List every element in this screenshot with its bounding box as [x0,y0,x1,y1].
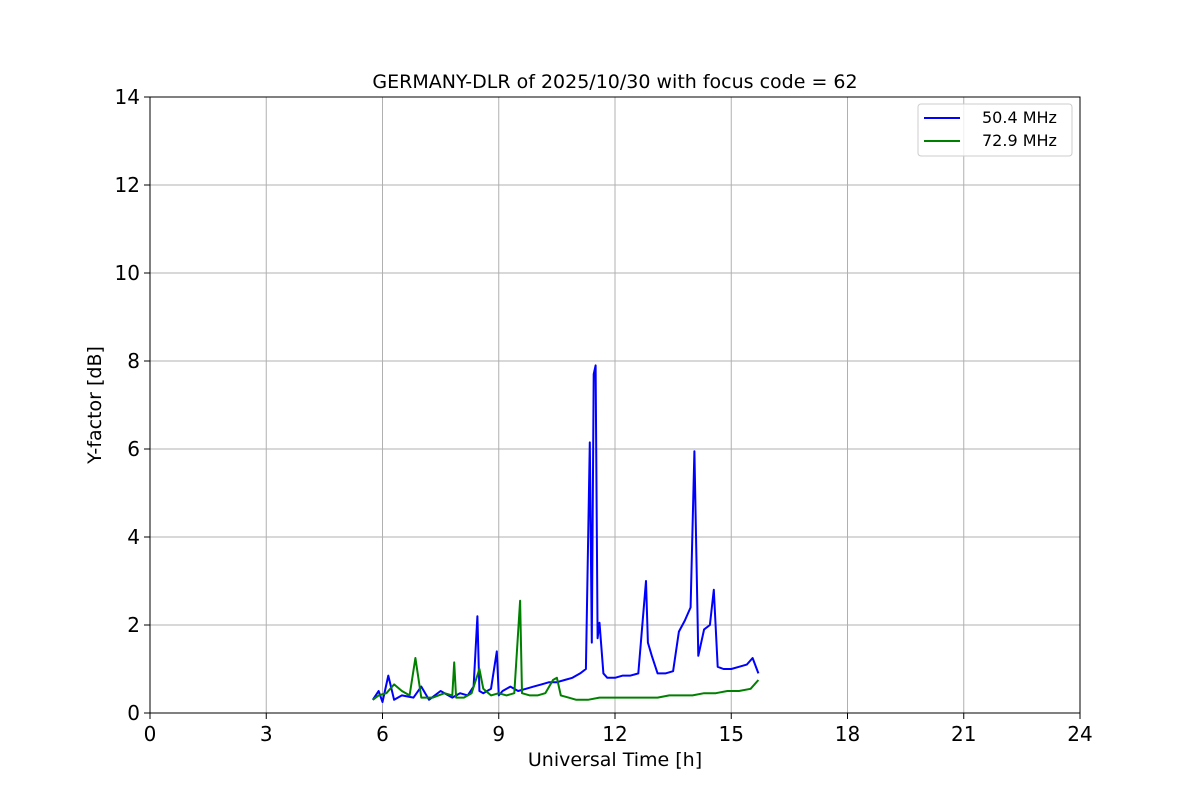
y-tick-label: 2 [127,613,140,637]
x-tick-label: 0 [144,722,157,746]
x-axis-label: Universal Time [h] [528,749,702,771]
y-tick-label: 14 [115,85,140,109]
x-tick-label: 12 [602,722,627,746]
x-tick-label: 24 [1067,722,1092,746]
y-tick-label: 0 [127,701,140,725]
chart: 0 3 6 9 12 15 18 21 2402468101214 GERMANY-DLR of… [0,0,1200,800]
y-tick-label: 8 [127,349,140,373]
y-tick-label: 4 [127,525,140,549]
chart-title: GERMANY-DLR of 2025/10/30 with focus cod… [372,71,857,93]
x-tick-label: 15 [719,722,744,746]
y-tick-label: 12 [115,173,140,197]
x-tick-label: 18 [835,722,860,746]
legend-label-0: 50.4 MHz [982,108,1057,127]
x-tick-label: 21 [951,722,976,746]
x-tick-label: 9 [492,722,505,746]
y-tick-label: 10 [115,261,140,285]
y-axis-label: Y-factor [dB] [84,346,106,465]
x-tick-label: 3 [260,722,273,746]
legend: 50.4 MHz 72.9 MHz [917,103,1073,157]
legend-label-1: 72.9 MHz [982,131,1057,150]
x-tick-label: 6 [376,722,389,746]
y-tick-label: 6 [127,437,140,461]
